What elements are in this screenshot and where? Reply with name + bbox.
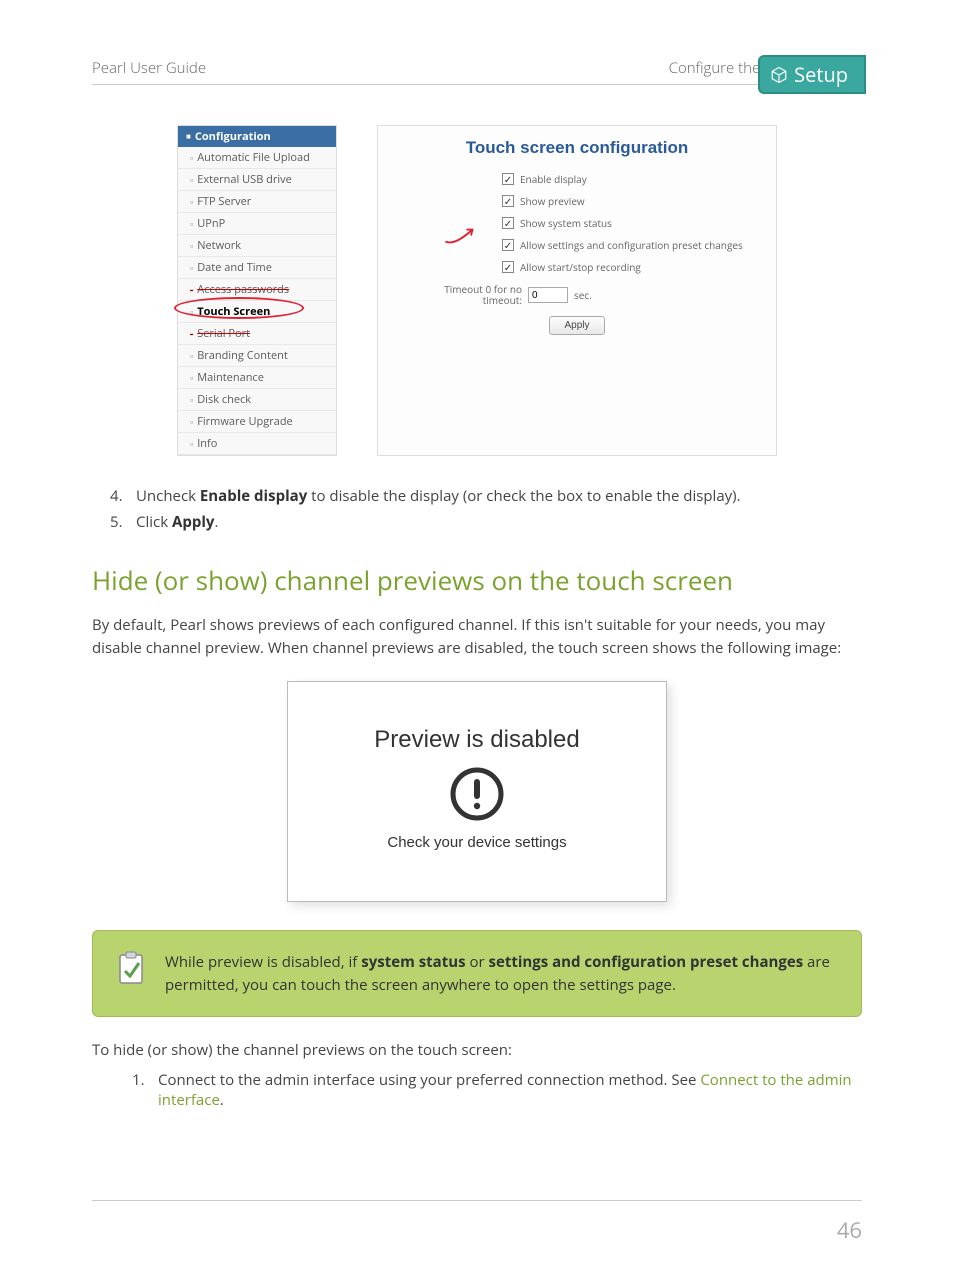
preview-disabled-image: Preview is disabled Check your device se… xyxy=(287,681,667,902)
checkbox-row: Enable display xyxy=(502,172,762,186)
step-number: 4. xyxy=(110,486,136,506)
checkbox-label: Allow settings and configuration preset … xyxy=(520,238,743,252)
step-text: Connect to the admin interface using you… xyxy=(158,1070,862,1110)
sidebar-item-label: FTP Server xyxy=(197,194,251,209)
sidebar-item-label: Automatic File Upload xyxy=(197,150,310,165)
footer-rule xyxy=(92,1200,862,1201)
text: Click xyxy=(136,512,172,532)
sidebar-item[interactable]: Date and Time xyxy=(178,257,336,279)
step-text: Click Apply. xyxy=(136,512,218,532)
sidebar-item[interactable]: Automatic File Upload xyxy=(178,147,336,169)
sidebar-item-label: Access passwords xyxy=(197,282,289,297)
panel-title: Touch screen configuration xyxy=(392,138,762,158)
sidebar-item[interactable]: Touch Screen xyxy=(178,301,336,323)
checkbox[interactable] xyxy=(502,239,514,251)
checkbox-row: Allow settings and configuration preset … xyxy=(502,238,762,252)
paragraph: To hide (or show) the channel previews o… xyxy=(92,1039,862,1062)
sidebar-item[interactable]: Maintenance xyxy=(178,367,336,389)
sidebar-item[interactable]: Info xyxy=(178,433,336,455)
note-text-seg: or xyxy=(466,952,489,972)
checkbox[interactable] xyxy=(502,217,514,229)
alert-icon xyxy=(449,766,505,822)
sidebar-item[interactable]: UPnP xyxy=(178,213,336,235)
sidebar-item-label: External USB drive xyxy=(197,172,292,187)
sidebar-item[interactable]: Branding Content xyxy=(178,345,336,367)
step-item: 5.Click Apply. xyxy=(110,512,862,532)
sidebar-header: Configuration xyxy=(178,126,336,147)
sidebar-item[interactable]: FTP Server xyxy=(178,191,336,213)
checkbox-row: Show system status xyxy=(502,216,762,230)
note-bold: settings and configuration preset change… xyxy=(489,952,804,972)
sidebar-item[interactable]: Disk check xyxy=(178,389,336,411)
text: . xyxy=(220,1090,224,1110)
checkbox-row: Show preview xyxy=(502,194,762,208)
checkbox-label: Enable display xyxy=(520,172,587,186)
checkbox-row: Allow start/stop recording xyxy=(502,260,762,274)
sidebar-item-label: UPnP xyxy=(197,216,225,231)
section-heading: Hide (or show) channel previews on the t… xyxy=(92,562,862,598)
sidebar-item-label: Serial Port xyxy=(197,326,250,341)
note-text-seg: While preview is disabled, if xyxy=(165,952,361,972)
page-number: 46 xyxy=(92,1215,862,1245)
sidebar-item-label: Maintenance xyxy=(197,370,264,385)
sidebar-item[interactable]: Firmware Upgrade xyxy=(178,411,336,433)
step-item: 1.Connect to the admin interface using y… xyxy=(132,1070,862,1110)
setup-badge-label: Setup xyxy=(794,61,848,88)
checkbox-label: Show preview xyxy=(520,194,585,208)
doc-title: Pearl User Guide xyxy=(92,58,206,78)
setup-badge: Setup xyxy=(758,55,866,94)
cube-icon xyxy=(770,66,788,84)
step-number: 1. xyxy=(132,1070,158,1110)
sidebar-item[interactable]: Network xyxy=(178,235,336,257)
checkbox-label: Allow start/stop recording xyxy=(520,260,641,274)
bold-text: Enable display xyxy=(200,486,307,506)
note-text: While preview is disabled, if system sta… xyxy=(165,951,837,996)
step-text: Uncheck Enable display to disable the di… xyxy=(136,486,741,506)
sidebar-item[interactable]: Serial Port xyxy=(178,323,336,345)
text: . xyxy=(214,512,218,532)
preview-disabled-subtitle: Check your device settings xyxy=(298,834,656,851)
step-number: 5. xyxy=(110,512,136,532)
bold-text: Apply xyxy=(172,512,214,532)
sidebar-item-label: Firmware Upgrade xyxy=(197,414,293,429)
text: Connect to the admin interface using you… xyxy=(158,1070,700,1090)
sidebar-item-label: Network xyxy=(197,238,241,253)
timeout-unit: sec. xyxy=(574,288,592,302)
sidebar-item-label: Branding Content xyxy=(197,348,288,363)
checkbox[interactable] xyxy=(502,261,514,273)
touch-config-panel: Touch screen configuration Enable displa… xyxy=(377,125,777,456)
highlight-oval xyxy=(174,297,304,319)
preview-disabled-title: Preview is disabled xyxy=(298,726,656,754)
clipboard-check-icon xyxy=(117,951,145,985)
timeout-row: Timeout 0 for no timeout: sec. xyxy=(432,284,762,306)
curved-arrow-icon xyxy=(437,219,487,249)
sidebar-item-label: Disk check xyxy=(197,392,251,407)
sidebar-item-label: Date and Time xyxy=(197,260,272,275)
checkbox-label: Show system status xyxy=(520,216,612,230)
step-item: 4.Uncheck Enable display to disable the … xyxy=(110,486,862,506)
note-bold: system status xyxy=(361,952,465,972)
timeout-label: Timeout 0 for no timeout: xyxy=(432,284,522,306)
text: to disable the display (or check the box… xyxy=(307,486,740,506)
config-screenshot: Configuration Automatic File Upload Exter… xyxy=(92,125,862,456)
text: Uncheck xyxy=(136,486,200,506)
paragraph: By default, Pearl shows previews of each… xyxy=(92,614,862,659)
sidebar-item[interactable]: External USB drive xyxy=(178,169,336,191)
checkbox[interactable] xyxy=(502,195,514,207)
apply-button[interactable]: Apply xyxy=(549,316,604,335)
checkbox[interactable] xyxy=(502,173,514,185)
config-sidebar: Configuration Automatic File Upload Exter… xyxy=(177,125,337,456)
note-callout: While preview is disabled, if system sta… xyxy=(92,930,862,1017)
timeout-input[interactable] xyxy=(528,287,568,303)
sidebar-item-label: Info xyxy=(197,436,217,451)
